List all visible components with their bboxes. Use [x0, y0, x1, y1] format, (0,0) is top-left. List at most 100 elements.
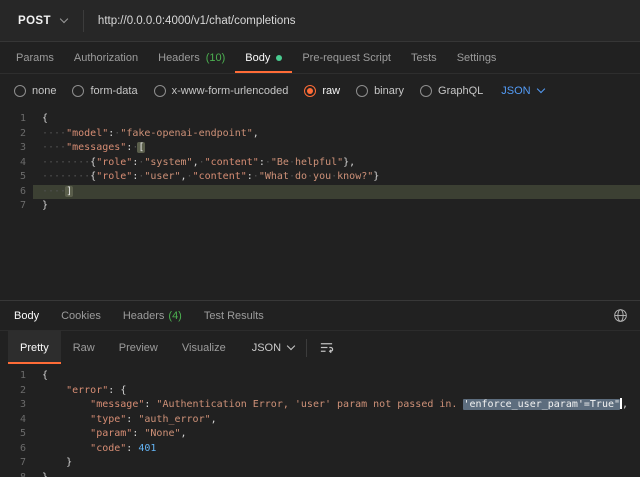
body-type-binary[interactable]: binary [356, 85, 404, 97]
tab-headers[interactable]: Headers(10) [148, 42, 235, 73]
body-type-graphql[interactable]: GraphQL [420, 85, 483, 97]
line-number: 3 [0, 141, 33, 156]
line-content: "code": 401 [33, 442, 640, 457]
line-content: "message": "Authentication Error, 'user'… [33, 398, 640, 413]
chevron-down-icon [60, 15, 68, 23]
radio-icon [154, 85, 166, 97]
body-type-label: x-www-form-urlencoded [172, 85, 289, 97]
radio-icon [420, 85, 432, 97]
code-token: } [42, 200, 48, 211]
response-view-row: PrettyRawPreviewVisualize JSON [0, 331, 640, 364]
method-dropdown[interactable]: POST [0, 0, 83, 41]
line-content: ····] [33, 185, 640, 200]
body-type-x-www-form-urlencoded[interactable]: x-www-form-urlencoded [154, 85, 289, 97]
wrap-text-icon[interactable] [319, 340, 334, 355]
code-token: know?" [337, 171, 373, 182]
response-tab-headers[interactable]: Headers(4) [123, 310, 182, 322]
code-token: do [295, 171, 307, 182]
code-token [42, 443, 90, 454]
tab-label: Authorization [74, 52, 138, 64]
view-tab-visualize[interactable]: Visualize [170, 331, 238, 364]
code-line: 6 "code": 401 [0, 442, 640, 457]
code-token: , [181, 428, 187, 439]
response-view-list: PrettyRawPreviewVisualize [8, 331, 238, 364]
code-line: 8} [0, 471, 640, 477]
tab-label: Pre-request Script [302, 52, 391, 64]
response-code: 1{2 "error": {3 "message": "Authenticati… [0, 369, 640, 477]
code-token: "error" [66, 385, 108, 396]
body-type-options: none form-data x-www-form-urlencoded raw bin… [14, 85, 483, 97]
code-token: [ [137, 142, 145, 153]
code-token: "system" [144, 157, 192, 168]
code-token: "type" [90, 414, 126, 425]
globe-icon[interactable] [613, 308, 628, 323]
url-input[interactable]: http://0.0.0.0:4000/v1/chat/completions [84, 15, 296, 27]
line-content: "param": "None", [33, 427, 640, 442]
radio-icon [304, 85, 316, 97]
view-tab-raw[interactable]: Raw [61, 331, 107, 364]
tab-label: Test Results [204, 310, 264, 322]
radio-icon [356, 85, 368, 97]
request-code: 1{2····"model":·"fake-openai-endpoint",3… [0, 112, 640, 214]
tab-label: Params [16, 52, 54, 64]
code-token: "user" [144, 171, 180, 182]
tab-pre-request-script[interactable]: Pre-request Script [292, 42, 401, 73]
request-tabs: Params Authorization Headers(10)Body Pre-re… [0, 42, 640, 74]
code-token: "model" [66, 128, 108, 139]
tab-body[interactable]: Body [235, 42, 292, 73]
divider [306, 339, 307, 357]
line-content: "error": { [33, 384, 640, 399]
response-editor[interactable]: 1{2 "error": {3 "message": "Authenticati… [0, 364, 640, 477]
code-line: 1{ [0, 112, 640, 127]
code-token: helpful" [295, 157, 343, 168]
response-tab-body[interactable]: Body [14, 310, 39, 322]
tab-params[interactable]: Params [6, 42, 64, 73]
tab-label: Tests [411, 52, 437, 64]
code-line: 3 "message": "Authentication Error, 'use… [0, 398, 640, 413]
response-language-dropdown[interactable]: JSON [252, 342, 294, 354]
tab-count: (10) [206, 52, 226, 64]
response-tab-cookies[interactable]: Cookies [61, 310, 101, 322]
code-token: } [42, 472, 48, 477]
chevron-down-icon [536, 85, 544, 93]
code-token: } [66, 457, 72, 468]
tab-settings[interactable]: Settings [447, 42, 507, 73]
body-type-form-data[interactable]: form-data [72, 85, 137, 97]
line-number: 4 [0, 156, 33, 171]
view-tab-pretty[interactable]: Pretty [8, 331, 61, 364]
response-tabs-list: Body Cookies Headers(4) Test Results [14, 310, 264, 322]
method-label: POST [18, 15, 51, 27]
code-line: 7} [0, 199, 640, 214]
line-content: } [33, 199, 640, 214]
response-header: Body Cookies Headers(4) Test Results [0, 301, 640, 331]
line-number: 5 [0, 427, 33, 442]
body-type-label: raw [322, 85, 340, 97]
code-token: ] [65, 186, 73, 197]
code-token: "Authentication Error, 'user' param not … [156, 399, 463, 410]
request-url-bar: POST http://0.0.0.0:4000/v1/chat/complet… [0, 0, 640, 42]
request-language-dropdown[interactable]: JSON [501, 85, 543, 97]
line-number: 1 [0, 369, 33, 384]
code-token: "None" [144, 428, 180, 439]
code-token: , [211, 414, 217, 425]
code-line: 3····"messages":·[ [0, 141, 640, 156]
body-type-raw[interactable]: raw [304, 85, 340, 97]
tab-tests[interactable]: Tests [401, 42, 447, 73]
line-number: 6 [0, 442, 33, 457]
radio-icon [14, 85, 26, 97]
code-token [42, 457, 66, 468]
body-type-label: form-data [90, 85, 137, 97]
line-number: 6 [0, 185, 33, 200]
response-tab-test-results[interactable]: Test Results [204, 310, 264, 322]
tab-authorization[interactable]: Authorization [64, 42, 148, 73]
code-token: }, [343, 157, 355, 168]
code-token [42, 399, 90, 410]
view-tab-preview[interactable]: Preview [107, 331, 170, 364]
body-type-none[interactable]: none [14, 85, 56, 97]
code-token: 401 [138, 443, 156, 454]
code-token: } [373, 171, 379, 182]
request-editor[interactable]: 1{2····"model":·"fake-openai-endpoint",3… [0, 107, 640, 300]
code-token: "code" [90, 443, 126, 454]
body-type-label: none [32, 85, 56, 97]
code-token: "fake-openai-endpoint" [120, 128, 252, 139]
